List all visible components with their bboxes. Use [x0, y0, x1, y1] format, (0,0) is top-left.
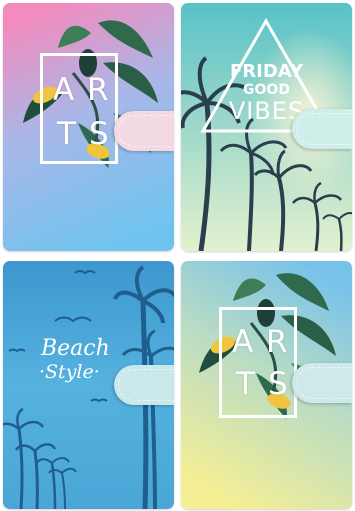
- arts-letter-t: T: [57, 116, 76, 152]
- magnetic-clasp[interactable]: [114, 365, 174, 405]
- arts-letter-r: R: [87, 72, 109, 108]
- magnetic-clasp[interactable]: [292, 363, 352, 403]
- beach-text: Beach: [41, 336, 110, 361]
- notebook-card-friday-good-vibes[interactable]: FRIDAY GOOD VIBES: [181, 3, 352, 251]
- arts-letter-s: S: [268, 366, 288, 402]
- arts-letter-a: A: [232, 324, 254, 360]
- arts-letter-a: A: [53, 72, 75, 108]
- style-text: ·Style·: [39, 361, 100, 383]
- good-text: GOOD: [243, 82, 290, 98]
- magnetic-clasp[interactable]: [114, 111, 174, 151]
- arts-letter-s: S: [89, 116, 109, 152]
- magnetic-clasp[interactable]: [292, 109, 352, 149]
- notebook-card-arts-pink[interactable]: A R T S: [3, 3, 174, 251]
- arts-letter-r: R: [266, 324, 288, 360]
- friday-text: FRIDAY: [229, 61, 304, 82]
- notebook-card-beach-style[interactable]: Beach ·Style·: [3, 261, 174, 509]
- arts-letter-t: T: [236, 366, 255, 402]
- notebook-card-arts-yellow[interactable]: A R T S: [181, 261, 352, 509]
